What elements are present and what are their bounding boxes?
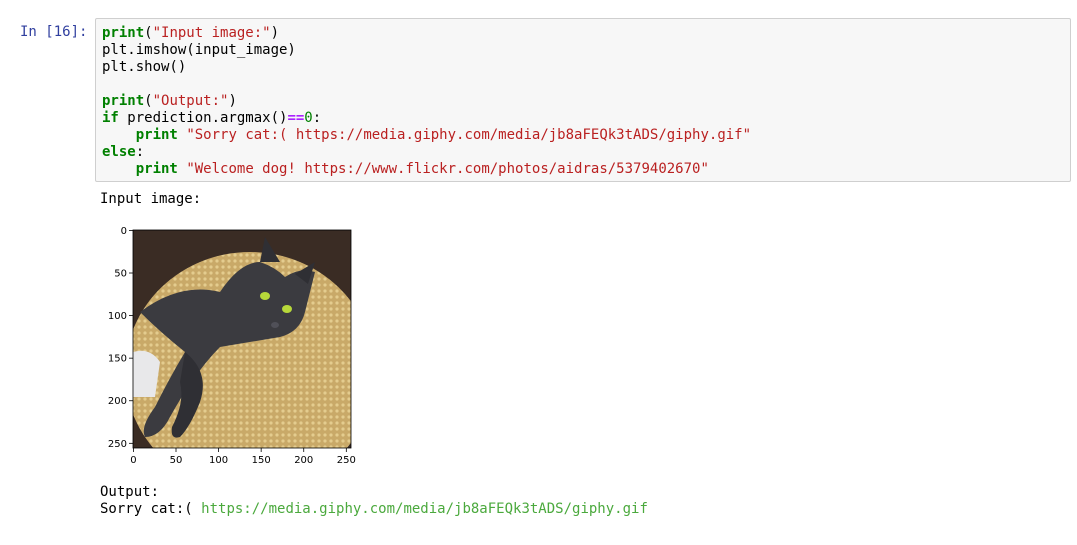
- x-tick-label: 0: [130, 455, 136, 466]
- y-tick-label: 200: [108, 396, 127, 407]
- code-token: "Welcome dog! https://www.flickr.com/pho…: [186, 161, 709, 177]
- output-result: Sorry cat:( https://media.giphy.com/medi…: [100, 501, 648, 518]
- x-tick-label: 150: [252, 455, 271, 466]
- image-plot: 0501001502002500 50 100 150 200 250: [108, 226, 356, 466]
- cat-photo: [133, 230, 351, 448]
- y-tick-label: 0: [121, 226, 127, 237]
- code-token: print: [135, 161, 178, 177]
- code-token: else: [102, 144, 136, 160]
- code-token: "Input image:": [152, 25, 271, 41]
- code-token: ==: [287, 110, 305, 126]
- cell-prompt: In [16]:: [20, 24, 88, 40]
- code-token: 0: [304, 110, 313, 126]
- code-token: if: [102, 110, 119, 126]
- code-token: :: [312, 110, 322, 126]
- code-line: plt.imshow(input_image): [102, 42, 296, 58]
- code-line: plt.show(): [102, 59, 187, 75]
- code-token: prediction.argmax(): [118, 110, 288, 126]
- code-token: :: [135, 144, 145, 160]
- x-tick-label: 250: [337, 455, 356, 466]
- x-tick-label: 50: [170, 455, 183, 466]
- x-tick-label: 100: [209, 455, 228, 466]
- code-token: "Output:": [152, 93, 229, 109]
- code-token: (: [144, 93, 153, 109]
- code-token: ): [270, 25, 280, 41]
- code-cell-input[interactable]: print("Input image:") plt.imshow(input_i…: [95, 18, 1071, 182]
- result-text: Sorry cat:(: [100, 501, 202, 517]
- y-tick-label: 250: [108, 439, 127, 450]
- y-tick-label: 100: [108, 311, 127, 322]
- code-editor[interactable]: print("Input image:") plt.imshow(input_i…: [102, 25, 751, 178]
- code-token: (: [144, 25, 153, 41]
- code-token: ): [228, 93, 237, 109]
- output-label: Output:: [100, 484, 160, 500]
- code-token: print: [135, 127, 178, 143]
- x-tick-label: 200: [294, 455, 313, 466]
- y-tick-label: 50: [114, 269, 127, 280]
- code-token: "Sorry cat:( https://media.giphy.com/med…: [186, 127, 752, 143]
- output-input-label: Input image:: [100, 191, 202, 207]
- result-link[interactable]: https://media.giphy.com/media/jb8aFEQk3t…: [201, 501, 648, 517]
- y-tick-label: 150: [108, 354, 127, 365]
- code-token: print: [102, 93, 145, 109]
- code-token: print: [102, 25, 145, 41]
